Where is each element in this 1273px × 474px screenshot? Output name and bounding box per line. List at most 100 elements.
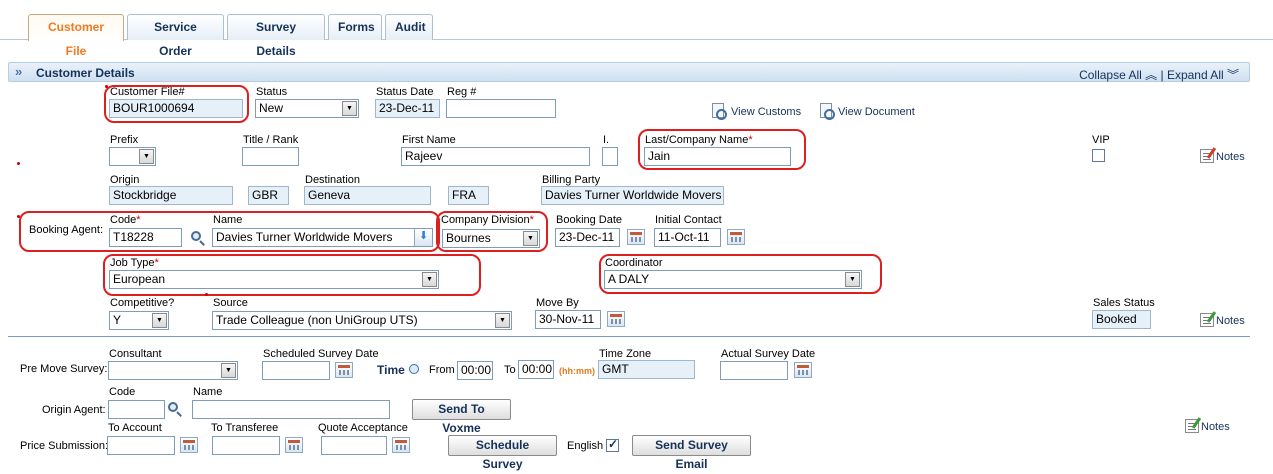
send-survey-email-button[interactable]: Send Survey Email: [632, 435, 751, 471]
separator: |: [1160, 68, 1164, 82]
reg-input[interactable]: [446, 99, 556, 118]
tab-customer-file[interactable]: Customer File: [28, 14, 124, 58]
calendar-icon[interactable]: [627, 229, 645, 245]
search-icon[interactable]: [168, 402, 182, 417]
search-icon[interactable]: [191, 231, 205, 246]
last-name-label: Last/Company Name*: [645, 134, 753, 146]
send-to-voxme-button[interactable]: Send To Voxme: [412, 399, 511, 435]
status-date-label: Status Date: [376, 86, 434, 98]
calendar-icon[interactable]: [794, 362, 812, 378]
calendar-icon[interactable]: [607, 311, 625, 327]
to-time-input[interactable]: 00:00: [518, 360, 554, 379]
prefix-label: Prefix: [110, 134, 139, 146]
last-name-input[interactable]: Jain: [644, 147, 791, 166]
calendar-icon[interactable]: [285, 437, 303, 453]
vip-checkbox[interactable]: [1092, 149, 1105, 162]
notes-icon[interactable]: [1185, 419, 1199, 433]
title-rank-label: Title / Rank: [243, 134, 299, 146]
actual-survey-label: Actual Survey Date: [721, 348, 816, 360]
reg-label: Reg #: [447, 86, 477, 98]
calendar-icon[interactable]: [392, 437, 410, 453]
sales-status-field[interactable]: Booked: [1092, 310, 1151, 329]
company-division-select[interactable]: Bournes ▼: [442, 229, 540, 248]
booking-date-input[interactable]: 23-Dec-11: [555, 228, 620, 247]
view-document-icon[interactable]: [820, 103, 835, 120]
english-checkbox[interactable]: [606, 437, 619, 452]
double-chevron-right-icon: »: [15, 64, 23, 79]
view-customs-link[interactable]: View Customs: [731, 106, 801, 118]
billing-party-field[interactable]: Davies Turner Worldwide Movers: [541, 186, 724, 205]
notes-link[interactable]: Notes: [1216, 315, 1245, 327]
collapse-all-link[interactable]: Collapse All: [1079, 68, 1142, 82]
chevron-down-icon[interactable]: ▼: [139, 149, 154, 164]
competitive-label: Competitive?: [110, 297, 175, 309]
tab-audit[interactable]: Audit: [385, 14, 433, 40]
origin-city-field[interactable]: Stockbridge: [109, 186, 233, 205]
consultant-label: Consultant: [109, 348, 162, 360]
download-arrow-icon[interactable]: [414, 229, 432, 246]
origin-label: Origin: [110, 174, 140, 186]
notes-link[interactable]: Notes: [1216, 151, 1245, 163]
origin-country-field[interactable]: GBR: [248, 186, 289, 205]
source-select[interactable]: Trade Colleague (non UniGroup UTS) ▼: [212, 311, 512, 330]
booking-agent-code-input[interactable]: T18228: [109, 228, 182, 247]
time-format-hint: (hh:mm): [559, 366, 595, 376]
collapse-chevrons-icon[interactable]: ︽: [1142, 68, 1157, 82]
customs-document-icon[interactable]: [712, 103, 727, 120]
view-document-link[interactable]: View Document: [838, 106, 915, 118]
customer-file-label: Customer File#: [110, 86, 185, 98]
calendar-icon[interactable]: [180, 437, 198, 453]
coordinator-label: Coordinator: [605, 257, 663, 269]
to-transferee-input[interactable]: [212, 436, 280, 455]
initial-input[interactable]: [602, 147, 618, 166]
required-marker: [17, 162, 20, 165]
origin-agent-code-label: Code: [109, 386, 136, 398]
prefix-select[interactable]: ▼: [109, 147, 156, 166]
schedule-survey-button[interactable]: Schedule Survey: [448, 435, 557, 471]
consultant-select[interactable]: ▼: [108, 361, 238, 380]
initial-label: I.: [603, 134, 610, 146]
scheduled-survey-input[interactable]: [262, 361, 330, 380]
calendar-icon[interactable]: [335, 362, 353, 378]
competitive-select[interactable]: Y ▼: [109, 311, 169, 330]
initial-contact-input[interactable]: 11-Oct-11: [654, 228, 721, 247]
coordinator-value: A DALY: [608, 272, 650, 286]
expand-all-link[interactable]: Expand All: [1167, 68, 1224, 82]
chevron-down-icon[interactable]: ▼: [152, 313, 167, 328]
booking-agent-name-input[interactable]: Davies Turner Worldwide Movers: [212, 228, 433, 247]
origin-agent-name-input[interactable]: [192, 400, 390, 419]
chevron-down-icon[interactable]: ▼: [342, 101, 357, 116]
chevron-down-icon[interactable]: ▼: [221, 363, 236, 378]
timezone-label: Time Zone: [599, 348, 652, 360]
coordinator-select[interactable]: A DALY ▼: [604, 270, 862, 289]
company-division-label: Company Division*: [441, 214, 534, 226]
notes-icon[interactable]: [1200, 149, 1214, 163]
tab-service-order[interactable]: Service Order: [127, 14, 224, 58]
chevron-down-icon[interactable]: ▼: [422, 272, 437, 287]
destination-country-field[interactable]: FRA: [448, 186, 489, 205]
first-name-label: First Name: [402, 134, 456, 146]
status-select[interactable]: New ▼: [255, 99, 359, 118]
chevron-down-icon[interactable]: ▼: [523, 231, 538, 246]
first-name-input[interactable]: Rajeev: [401, 147, 590, 166]
calendar-icon[interactable]: [727, 229, 745, 245]
timezone-field[interactable]: GMT: [598, 360, 695, 379]
destination-city-field[interactable]: Geneva: [304, 186, 431, 205]
tab-survey-details[interactable]: Survey Details: [227, 14, 325, 58]
chevron-down-icon[interactable]: ▼: [845, 272, 860, 287]
tab-forms[interactable]: Forms: [328, 14, 382, 40]
to-account-input[interactable]: [107, 436, 175, 455]
chevron-down-icon[interactable]: ▼: [495, 313, 510, 328]
from-time-input[interactable]: 00:00: [457, 361, 493, 380]
quote-acceptance-input[interactable]: [321, 436, 387, 455]
job-type-select[interactable]: European ▼: [109, 270, 439, 289]
move-by-input[interactable]: 30-Nov-11: [535, 310, 601, 329]
title-rank-input[interactable]: [242, 147, 299, 166]
notes-link[interactable]: Notes: [1201, 421, 1230, 433]
expand-chevrons-icon[interactable]: ︾: [1224, 68, 1239, 82]
actual-survey-input[interactable]: [720, 361, 788, 380]
origin-agent-code-input[interactable]: [108, 400, 165, 419]
status-date-field[interactable]: 23-Dec-11: [375, 99, 440, 118]
notes-icon[interactable]: [1200, 313, 1214, 327]
customer-file-field[interactable]: BOUR1000694: [109, 99, 243, 118]
